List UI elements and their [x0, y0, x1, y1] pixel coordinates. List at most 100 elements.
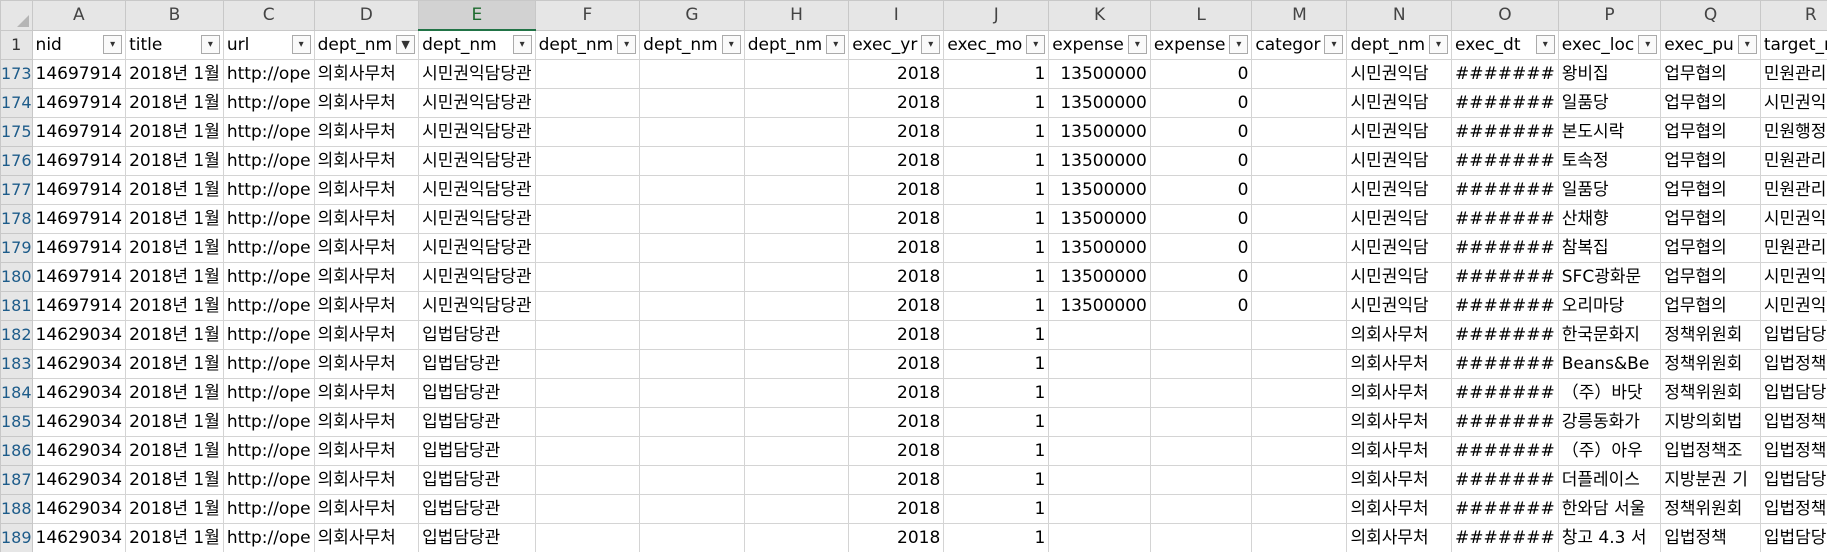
cell[interactable] — [1048, 349, 1151, 379]
cell[interactable] — [1048, 320, 1151, 350]
cell[interactable] — [639, 320, 745, 350]
filter-dropdown-icon[interactable]: ▾ — [200, 34, 220, 54]
cell[interactable]: 14629034 — [31, 378, 127, 408]
cell[interactable]: 입법담당관 — [418, 349, 536, 379]
cell[interactable]: 13500000 — [1048, 233, 1151, 263]
cell[interactable] — [1251, 523, 1348, 552]
cell[interactable]: 의회사무처 — [1346, 378, 1453, 408]
cell[interactable] — [1251, 407, 1348, 437]
cell[interactable]: 2018년 1월 — [125, 59, 224, 89]
cell[interactable]: 2018 — [848, 523, 945, 552]
row-header[interactable]: 185 — [0, 407, 33, 437]
cell[interactable]: 의회사무처 — [1346, 465, 1453, 495]
cell[interactable] — [1251, 349, 1348, 379]
cell[interactable]: 정책위원회 — [1660, 349, 1761, 379]
cell[interactable]: ####### — [1451, 233, 1559, 263]
cell[interactable]: http://ope — [222, 233, 315, 263]
cell[interactable] — [639, 465, 745, 495]
cell[interactable]: 시민권익담당관 — [418, 175, 536, 205]
cell[interactable]: 13500000 — [1048, 146, 1151, 176]
cell[interactable]: Beans&Be — [1557, 349, 1662, 379]
cell[interactable]: 의회사무처 — [313, 378, 420, 408]
cell[interactable]: 입법정책지 — [1759, 436, 1827, 466]
row-header[interactable]: 184 — [0, 378, 33, 408]
cell[interactable] — [1251, 291, 1348, 321]
cell[interactable] — [639, 88, 745, 118]
cell[interactable]: 의회사무처 — [313, 436, 420, 466]
row-header[interactable]: 187 — [0, 465, 33, 495]
cell[interactable]: 14629034 — [31, 349, 127, 379]
cell[interactable] — [743, 146, 850, 176]
cell[interactable]: 2018 — [848, 349, 945, 379]
row-header[interactable]: 179 — [0, 233, 33, 263]
filter-dropdown-icon[interactable]: ▾ — [1429, 34, 1449, 54]
cell[interactable]: 2018 — [848, 59, 945, 89]
cell[interactable]: 더플레이스 — [1557, 465, 1662, 495]
header-cell[interactable]: exec_dt ▾ — [1451, 29, 1559, 60]
cell[interactable]: http://ope — [222, 349, 315, 379]
filter-dropdown-icon[interactable]: ▾ — [1026, 34, 1046, 54]
column-header-i[interactable]: I — [848, 0, 945, 31]
cell[interactable]: 시민권익담 — [1346, 291, 1453, 321]
cell[interactable]: 본도시락 — [1557, 117, 1662, 147]
cell[interactable] — [534, 59, 641, 89]
cell[interactable]: 민원관리팀 — [1759, 146, 1827, 176]
cell[interactable]: 입법담당관 — [418, 523, 536, 552]
cell[interactable]: 입법담당관 — [1759, 320, 1827, 350]
cell[interactable]: 의회사무처 — [313, 291, 420, 321]
cell[interactable]: 1 — [943, 436, 1050, 466]
cell[interactable]: 2018 — [848, 146, 945, 176]
cell[interactable]: 2018 — [848, 291, 945, 321]
cell[interactable]: http://ope — [222, 378, 315, 408]
cell[interactable]: 14697914 — [31, 175, 127, 205]
cell[interactable]: 13500000 — [1048, 204, 1151, 234]
cell[interactable]: 의회사무처 — [313, 233, 420, 263]
cell[interactable]: 1 — [943, 465, 1050, 495]
cell[interactable]: 입법담당관 — [418, 436, 536, 466]
cell[interactable] — [639, 233, 745, 263]
column-header-h[interactable]: H — [743, 0, 850, 31]
column-header-m[interactable]: M — [1251, 0, 1348, 31]
cell[interactable] — [1251, 233, 1348, 263]
cell[interactable]: 의회사무처 — [313, 320, 420, 350]
cell[interactable]: 업무협의 — [1660, 291, 1761, 321]
cell[interactable]: http://ope — [222, 291, 315, 321]
cell[interactable]: ####### — [1451, 523, 1559, 552]
cell[interactable]: http://ope — [222, 59, 315, 89]
cell[interactable]: 의회사무처 — [313, 494, 420, 524]
cell[interactable]: 1 — [943, 349, 1050, 379]
column-header-r[interactable]: R — [1759, 0, 1827, 31]
cell[interactable]: 업무협의 — [1660, 233, 1761, 263]
cell[interactable]: 14697914 — [31, 291, 127, 321]
cell[interactable]: 2018년 1월 — [125, 349, 224, 379]
cell[interactable]: 시민권익담 — [1346, 175, 1453, 205]
cell[interactable]: 2018 — [848, 117, 945, 147]
cell[interactable]: 0 — [1149, 262, 1253, 292]
cell[interactable]: 입법담당관 — [418, 494, 536, 524]
cell[interactable]: 시민권익담당관 — [418, 233, 536, 263]
cell[interactable]: 입법담당관 — [418, 465, 536, 495]
row-header[interactable]: 183 — [0, 349, 33, 379]
cell[interactable]: 14697914 — [31, 262, 127, 292]
cell[interactable]: 업무협의 — [1660, 175, 1761, 205]
cell[interactable] — [1251, 88, 1348, 118]
column-header-p[interactable]: P — [1557, 0, 1662, 31]
cell[interactable]: 14629034 — [31, 465, 127, 495]
cell[interactable]: 입법담당관 — [418, 378, 536, 408]
cell[interactable] — [1048, 436, 1151, 466]
cell[interactable] — [743, 320, 850, 350]
cell[interactable] — [534, 494, 641, 524]
cell[interactable]: ####### — [1451, 146, 1559, 176]
cell[interactable]: 업무협의 — [1660, 88, 1761, 118]
cell[interactable] — [1251, 175, 1348, 205]
cell[interactable]: 2018 — [848, 233, 945, 263]
cell[interactable] — [1149, 465, 1253, 495]
cell[interactable] — [1251, 262, 1348, 292]
cell[interactable] — [1149, 407, 1253, 437]
cell[interactable] — [534, 378, 641, 408]
cell[interactable]: 의회사무처 — [1346, 436, 1453, 466]
cell[interactable]: ####### — [1451, 320, 1559, 350]
column-header-q[interactable]: Q — [1660, 0, 1761, 31]
cell[interactable]: 14697914 — [31, 233, 127, 263]
cell[interactable]: 시민권익담 — [1759, 88, 1827, 118]
